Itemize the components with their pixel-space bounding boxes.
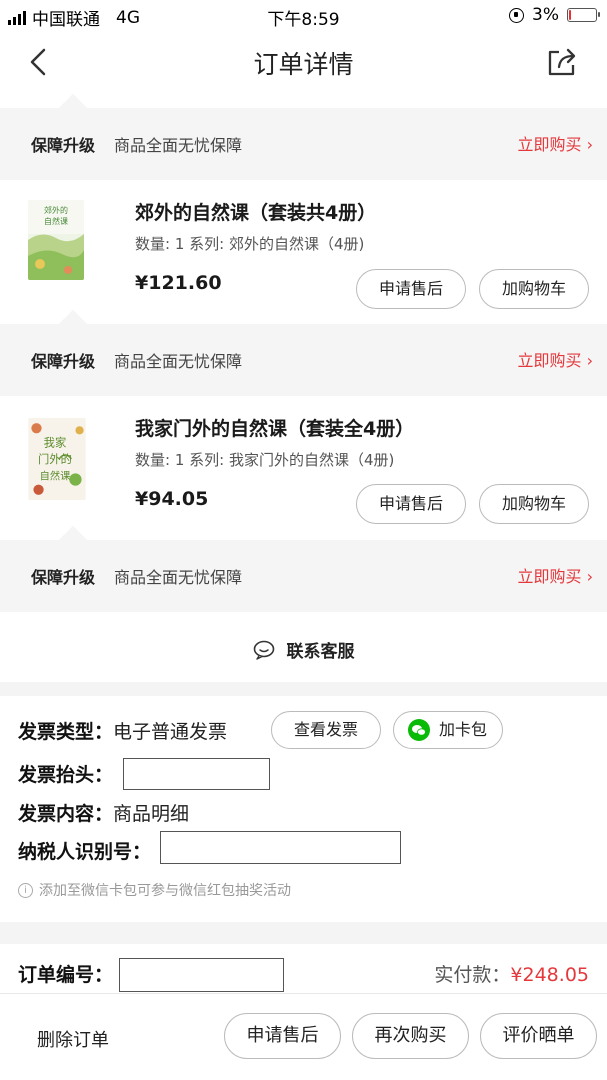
delete-order-button[interactable]: 删除订单: [37, 1026, 109, 1052]
after-sale-button[interactable]: 申请售后: [356, 269, 466, 309]
paid-value: ¥248.05: [510, 964, 589, 986]
paid-amount: 实付款：¥248.05: [434, 960, 589, 987]
status-right: 3%: [509, 5, 600, 25]
page-title: 订单详情: [253, 50, 354, 79]
product-price: ¥121.60: [135, 272, 222, 294]
order-number-label: 订单编号：: [18, 964, 114, 986]
invoice-content-value: 商品明细: [113, 803, 190, 825]
taxpayer-id-field[interactable]: [160, 831, 401, 864]
invoice-content-label: 发票内容：: [18, 803, 114, 825]
after-sale-button[interactable]: 申请售后: [356, 484, 466, 524]
book-cover-image: 我家 门外的 自然课: [28, 418, 86, 500]
battery-fill: [569, 10, 571, 20]
paid-label: 实付款：: [434, 964, 511, 986]
svg-text:自然课: 自然课: [44, 216, 68, 226]
section-divider: [0, 922, 607, 944]
guarantee-title: 保障升级: [31, 352, 96, 371]
taxpayer-id-label: 纳税人识别号：: [18, 841, 152, 863]
buy-now-link[interactable]: 立即购买 ›: [518, 131, 594, 155]
product-item[interactable]: 我家 门外的 自然课 我家门外的自然课（套装全4册） 数量: 1 系列: 我家门…: [0, 396, 607, 540]
pointer-caret: [58, 93, 88, 123]
contact-service-button[interactable]: 联系客服: [0, 618, 607, 682]
nav-bar: 订单详情: [0, 32, 607, 92]
invoice-header-label: 发票抬头：: [18, 764, 114, 786]
bottom-action-bar: 删除订单 申请售后 再次购买 评价晒单: [0, 1002, 607, 1080]
guarantee-title: 保障升级: [31, 136, 96, 155]
invoice-type-row: 发票类型：电子普通发票: [18, 717, 227, 744]
guarantee-desc: 商品全面无忧保障: [114, 352, 243, 371]
contact-service-label: 联系客服: [286, 642, 355, 662]
invoice-type-value: 电子普通发票: [113, 721, 228, 743]
status-bar: 中国联通 4G 下午8:59 3%: [0, 0, 607, 32]
section-divider: [0, 682, 607, 696]
hint-text: 添加至微信卡包可参与微信红包抽奖活动: [39, 883, 291, 899]
order-number-field[interactable]: [119, 958, 284, 992]
wechat-icon: [408, 719, 430, 741]
product-meta: 数量: 1 系列: 我家门外的自然课（4册): [135, 451, 395, 469]
product-meta: 数量: 1 系列: 郊外的自然课（4册): [135, 235, 365, 253]
svg-text:自然课: 自然课: [40, 470, 71, 483]
product-price: ¥94.05: [135, 488, 209, 510]
guarantee-banner: 保障升级 商品全面无忧保障 立即购买 ›: [0, 93, 607, 180]
after-sale-button[interactable]: 申请售后: [224, 1013, 341, 1059]
battery-icon: [567, 8, 600, 22]
add-card-label: 加卡包: [438, 720, 487, 739]
bottom-bar-border: [0, 993, 607, 994]
guarantee-banner: 保障升级 商品全面无忧保障 立即购买 ›: [0, 525, 607, 612]
svg-text:我家: 我家: [44, 436, 67, 450]
book-cover-image: 郊外的 自然课: [28, 200, 84, 280]
view-invoice-button[interactable]: 查看发票: [271, 711, 381, 749]
invoice-type-label: 发票类型：: [18, 721, 114, 743]
guarantee-title: 保障升级: [31, 568, 96, 587]
wechat-card-hint: i 添加至微信卡包可参与微信红包抽奖活动: [18, 880, 291, 900]
invoice-header-field[interactable]: [123, 758, 270, 790]
guarantee-desc: 商品全面无忧保障: [114, 136, 243, 155]
add-to-cart-button[interactable]: 加购物车: [479, 484, 589, 524]
review-button[interactable]: 评价晒单: [480, 1013, 597, 1059]
chat-bubble-icon: [253, 640, 274, 660]
battery-percent: 3%: [532, 5, 559, 25]
add-to-cart-button[interactable]: 加购物车: [479, 269, 589, 309]
invoice-content-row: 发票内容：商品明细: [18, 799, 189, 826]
guarantee-banner: 保障升级 商品全面无忧保障 立即购买 ›: [0, 309, 607, 396]
svg-text:郊外的: 郊外的: [44, 205, 68, 215]
share-icon[interactable]: [545, 45, 579, 79]
buy-now-link[interactable]: 立即购买 ›: [518, 563, 594, 587]
buy-now-link[interactable]: 立即购买 ›: [518, 347, 594, 371]
svg-text:门外的: 门外的: [38, 452, 72, 466]
product-title[interactable]: 郊外的自然课（套装共4册）: [135, 198, 376, 225]
taxpayer-id-row: 纳税人识别号：: [18, 837, 151, 864]
rotation-lock-icon: [509, 7, 525, 23]
order-number-row: 订单编号：: [18, 960, 113, 987]
info-icon: i: [18, 882, 33, 898]
invoice-header-row: 发票抬头：: [18, 760, 113, 787]
product-item[interactable]: 郊外的 自然课 郊外的自然课（套装共4册） 数量: 1 系列: 郊外的自然课（4…: [0, 180, 607, 324]
guarantee-desc: 商品全面无忧保障: [114, 568, 243, 587]
add-to-wechat-card-button[interactable]: 加卡包: [393, 711, 503, 749]
rebuy-button[interactable]: 再次购买: [352, 1013, 469, 1059]
product-title[interactable]: 我家门外的自然课（套装全4册）: [135, 414, 414, 441]
